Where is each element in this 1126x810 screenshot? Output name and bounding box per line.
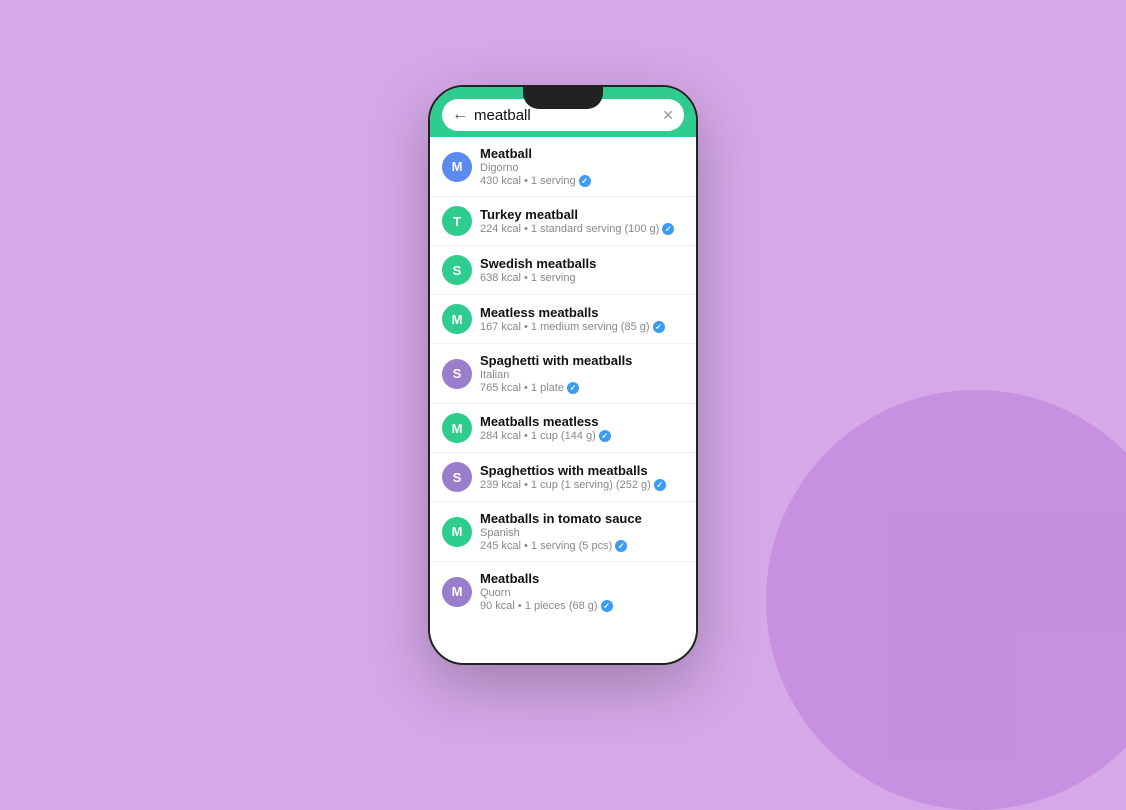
list-item[interactable]: S Spaghettios with meatballs239 kcal • 1 … — [430, 453, 696, 502]
food-meta: 90 kcal • 1 pieces (68 g) — [480, 600, 684, 612]
list-item[interactable]: M MeatballDigorno430 kcal • 1 serving — [430, 137, 696, 197]
food-name: Meatless meatballs — [480, 305, 684, 320]
search-query[interactable]: meatball — [474, 107, 662, 124]
header-area: ← meatball ✕ — [430, 87, 696, 137]
avatar: S — [442, 359, 472, 389]
food-meta: 765 kcal • 1 plate — [480, 382, 684, 394]
food-brand: Spanish — [480, 527, 684, 539]
list-item[interactable]: M Meatless meatballs167 kcal • 1 medium s… — [430, 295, 696, 344]
list-item[interactable]: T Turkey meatball224 kcal • 1 standard se… — [430, 197, 696, 246]
food-name: Swedish meatballs — [480, 256, 684, 271]
food-name: Meatballs meatless — [480, 414, 684, 429]
avatar: S — [442, 462, 472, 492]
verified-icon — [601, 600, 613, 612]
verified-icon — [654, 479, 666, 491]
verified-icon — [579, 175, 591, 187]
avatar: M — [442, 517, 472, 547]
list-item[interactable]: S Spaghetti with meatballsItalian765 kcal… — [430, 344, 696, 404]
food-meta: 239 kcal • 1 cup (1 serving) (252 g) — [480, 479, 684, 491]
avatar: T — [442, 206, 472, 236]
food-meta: 167 kcal • 1 medium serving (85 g) — [480, 321, 684, 333]
phone-notch — [523, 87, 603, 109]
verified-icon — [662, 223, 674, 235]
food-name: Spaghettios with meatballs — [480, 463, 684, 478]
back-icon[interactable]: ← — [452, 106, 468, 124]
clear-icon[interactable]: ✕ — [662, 107, 674, 124]
list-item[interactable]: M MeatballsQuorn90 kcal • 1 pieces (68 g) — [430, 562, 696, 621]
verified-icon — [599, 430, 611, 442]
list-item[interactable]: M Meatballs in tomato sauceSpanish245 kca… — [430, 502, 696, 562]
avatar: M — [442, 413, 472, 443]
food-brand: Quorn — [480, 587, 684, 599]
food-meta: 284 kcal • 1 cup (144 g) — [480, 430, 684, 442]
food-name: Meatballs in tomato sauce — [480, 511, 684, 526]
avatar: M — [442, 304, 472, 334]
phone-screen: ← meatball ✕ M MeatballDigorno430 kcal • … — [428, 85, 698, 665]
food-name: Spaghetti with meatballs — [480, 353, 684, 368]
avatar: M — [442, 152, 472, 182]
verified-icon — [615, 540, 627, 552]
food-name: Meatball — [480, 146, 684, 161]
food-meta: 430 kcal • 1 serving — [480, 175, 684, 187]
background-circle — [766, 390, 1126, 810]
food-brand: Digorno — [480, 162, 684, 174]
food-meta: 638 kcal • 1 serving — [480, 272, 684, 284]
food-name: Turkey meatball — [480, 207, 684, 222]
food-meta: 245 kcal • 1 serving (5 pcs) — [480, 540, 684, 552]
list-item[interactable]: S Swedish meatballs638 kcal • 1 serving — [430, 246, 696, 295]
avatar: S — [442, 255, 472, 285]
verified-icon — [653, 321, 665, 333]
results-list: M MeatballDigorno430 kcal • 1 serving T Tu… — [430, 137, 696, 663]
food-brand: Italian — [480, 369, 684, 381]
verified-icon — [567, 382, 579, 394]
food-meta: 224 kcal • 1 standard serving (100 g) — [480, 223, 684, 235]
list-item[interactable]: M Meatballs meatless284 kcal • 1 cup (144… — [430, 404, 696, 453]
food-name: Meatballs — [480, 571, 684, 586]
avatar: M — [442, 577, 472, 607]
phone-frame: ← meatball ✕ M MeatballDigorno430 kcal • … — [428, 85, 698, 665]
